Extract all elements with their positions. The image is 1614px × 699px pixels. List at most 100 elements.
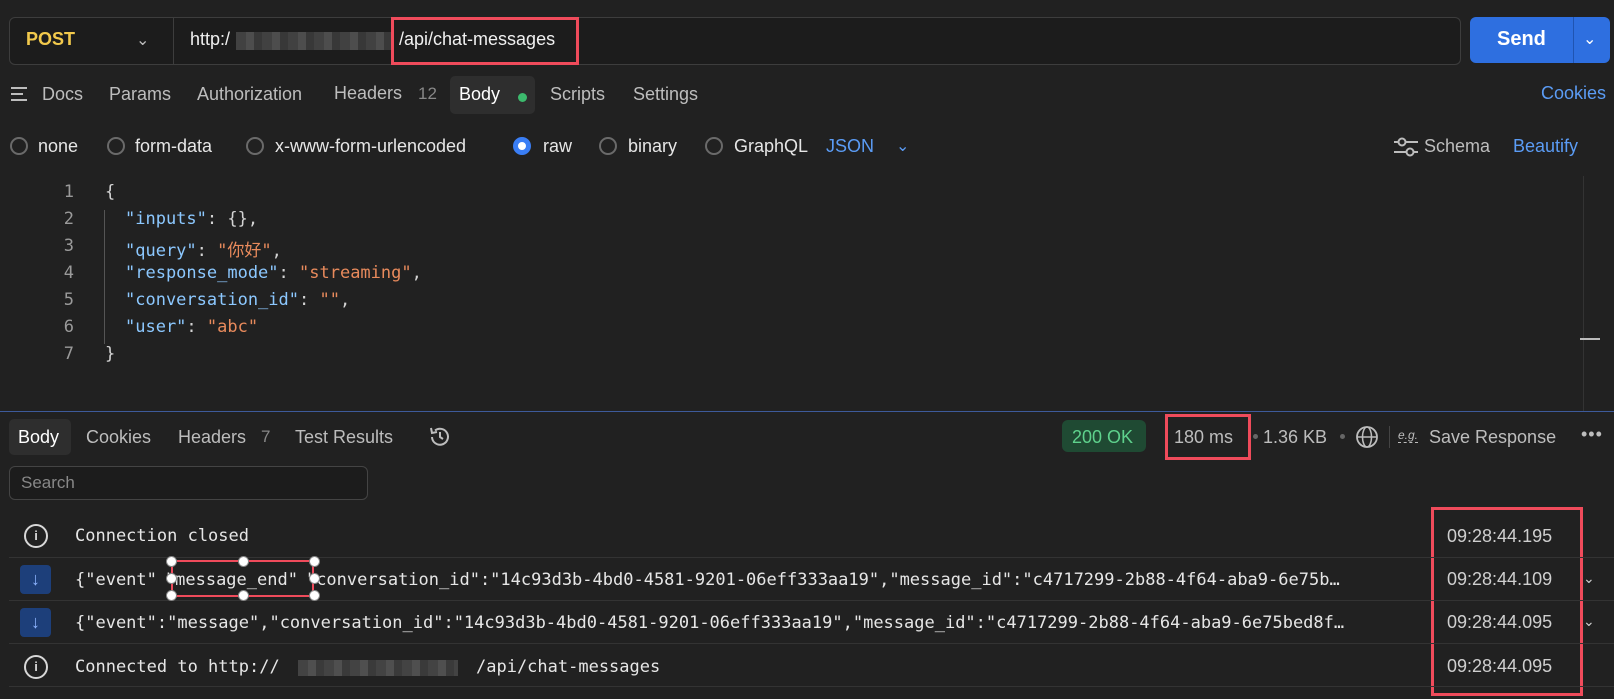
event-text: Connection closed (75, 526, 249, 546)
line-number: 5 (63, 290, 74, 310)
docs-icon[interactable] (11, 86, 29, 102)
tab-scripts[interactable]: Scripts (550, 84, 605, 105)
tab-headers[interactable]: Headers (334, 83, 402, 104)
send-divider (1573, 17, 1574, 63)
resize-handle[interactable] (309, 556, 320, 567)
meta-divider (1389, 426, 1390, 448)
schema-icon[interactable] (1394, 137, 1418, 157)
history-icon[interactable] (428, 425, 452, 449)
json-key: "query" (125, 241, 197, 261)
json-value: {} (227, 209, 248, 229)
response-tab-body[interactable]: Body (18, 427, 59, 448)
radio-none[interactable] (10, 137, 28, 155)
save-response-button[interactable]: Save Response (1429, 427, 1556, 448)
json-tail: , (411, 263, 422, 283)
code-line: } (105, 344, 115, 364)
beautify-button[interactable]: Beautify (1513, 136, 1578, 157)
brace: { (105, 182, 116, 202)
code-line: "query": "你好", (125, 241, 282, 261)
response-tab-cookies[interactable]: Cookies (86, 427, 151, 448)
event-time: 09:28:44.095 (1447, 612, 1553, 632)
pane-divider[interactable] (0, 411, 1614, 412)
tab-body[interactable]: Body (459, 84, 500, 105)
tab-settings[interactable]: Settings (633, 84, 698, 105)
json-key: "user" (125, 317, 187, 337)
event-time: 09:28:44.195 (1447, 526, 1553, 546)
tab-authorization[interactable]: Authorization (197, 84, 302, 105)
info-icon: i (24, 655, 48, 679)
chevron-down-icon[interactable]: ⌄ (1583, 613, 1595, 630)
url-divider (173, 18, 174, 64)
json-key: "conversation_id" (125, 290, 299, 310)
code-line: "conversation_id": "", (125, 290, 351, 310)
code-line: "inputs": {}, (125, 209, 259, 229)
headers-count-badge: 12 (418, 84, 437, 103)
globe-icon[interactable] (1355, 425, 1379, 449)
url-path[interactable]: /api/chat-messages (399, 29, 555, 50)
radio-form-data[interactable] (107, 137, 125, 155)
code-line: "response_mode": "streaming", (125, 263, 422, 283)
redacted-host (298, 660, 458, 676)
cookies-link[interactable]: Cookies (1541, 83, 1606, 104)
json-tail: , (247, 209, 259, 229)
radio-binary-label[interactable]: binary (628, 136, 677, 157)
send-options-chevron-icon[interactable]: ⌄ (1583, 29, 1596, 49)
send-button-label[interactable]: Send (1497, 28, 1546, 51)
radio-graphql-label[interactable]: GraphQL (734, 136, 808, 157)
separator-dot (1253, 434, 1258, 439)
tab-docs[interactable]: Docs (42, 84, 83, 105)
tab-params[interactable]: Params (109, 84, 171, 105)
radio-raw-label[interactable]: raw (543, 136, 572, 157)
radio-urlencoded[interactable] (246, 137, 264, 155)
format-select[interactable]: JSON (826, 136, 874, 157)
redacted-host (236, 32, 394, 50)
search-input[interactable]: Search (9, 466, 368, 500)
radio-binary[interactable] (599, 137, 617, 155)
chevron-down-icon[interactable]: ⌄ (1583, 570, 1595, 587)
response-time: 180 ms (1174, 427, 1234, 447)
line-number: 3 (63, 236, 74, 256)
response-tab-headers[interactable]: Headers (178, 427, 246, 448)
arrow-down-icon: ↓ (20, 608, 51, 637)
response-size: 1.36 KB (1263, 427, 1328, 447)
more-options-icon[interactable]: ••• (1581, 424, 1603, 445)
minimap-marker (1580, 338, 1600, 340)
resize-handle[interactable] (166, 556, 177, 567)
json-value: "streaming" (299, 263, 412, 283)
radio-raw[interactable] (513, 137, 531, 155)
json-key: "inputs" (125, 209, 207, 229)
url-input[interactable]: http:/ (190, 29, 230, 50)
chevron-down-icon[interactable]: ⌄ (136, 30, 149, 50)
json-tail: , (271, 241, 282, 261)
body-status-dot (518, 93, 527, 102)
example-icon[interactable]: e.g. (1398, 428, 1419, 443)
arrow-down-icon: ↓ (20, 565, 51, 594)
event-text: {"event":"message","conversation_id":"14… (75, 613, 1345, 633)
resize-handle[interactable] (166, 573, 177, 584)
radio-form-data-label[interactable]: form-data (135, 136, 212, 157)
separator-dot (1340, 434, 1345, 439)
event-text-prefix: {"event" (75, 570, 157, 590)
response-headers-count: 7 (261, 427, 271, 446)
radio-none-label[interactable]: none (38, 136, 78, 157)
event-text-suffix: /api/chat-messages (476, 657, 661, 677)
editor-scrollbar[interactable] (1583, 176, 1584, 411)
method-select[interactable]: POST (26, 29, 75, 50)
event-time: 09:28:44.095 (1447, 656, 1553, 676)
schema-button[interactable]: Schema (1424, 136, 1490, 157)
line-number: 7 (63, 344, 74, 364)
line-number: 2 (63, 209, 74, 229)
resize-handle[interactable] (309, 573, 320, 584)
resize-handle[interactable] (238, 556, 249, 567)
radio-graphql[interactable] (705, 137, 723, 155)
json-value: "abc" (206, 317, 259, 337)
format-chevron-icon[interactable]: ⌄ (896, 136, 909, 156)
code-line: "user": "abc" (125, 317, 259, 337)
json-tail: , (339, 290, 351, 310)
radio-urlencoded-label[interactable]: x-www-form-urlencoded (275, 136, 466, 157)
event-text-suffix: "conversation_id":"14c93d3b-4bd0-4581-92… (305, 570, 1340, 590)
code-line: { (105, 182, 115, 202)
line-number: 1 (63, 182, 74, 202)
response-tab-test-results[interactable]: Test Results (295, 427, 393, 448)
event-text: Connected to http:// (75, 657, 280, 677)
